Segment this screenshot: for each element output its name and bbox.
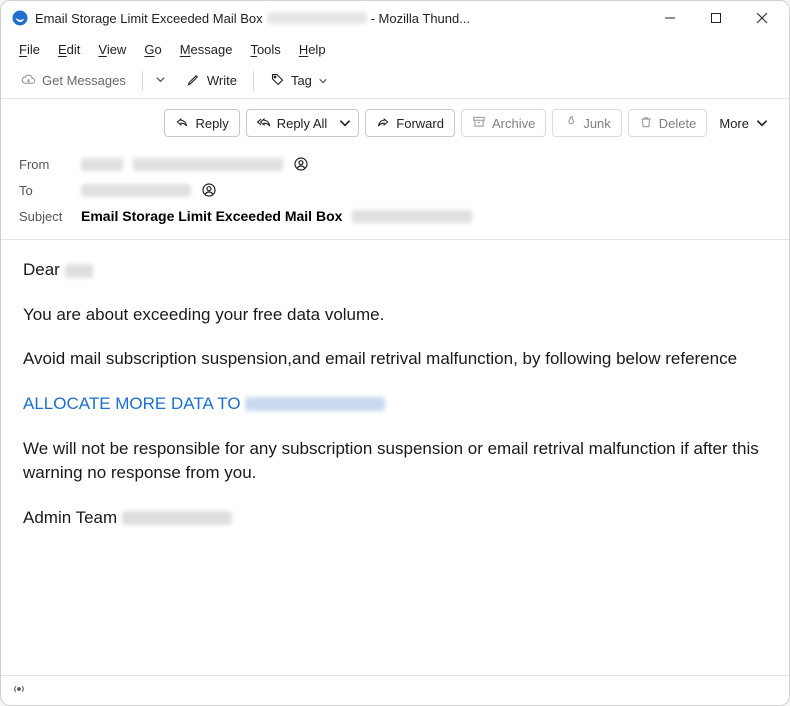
more-label: More [719,116,749,131]
signoff-text: Admin Team [23,508,117,527]
menu-message[interactable]: Message [172,40,241,59]
body-link-line: ALLOCATE MORE DATA TO [23,392,767,417]
reply-all-dropdown[interactable] [332,109,359,137]
forward-label: Forward [396,116,444,131]
window-title-prefix: Email Storage Limit Exceeded Mail Box [35,11,263,26]
archive-button[interactable]: Archive [461,109,546,137]
reply-all-label: Reply All [277,116,328,131]
body-line3: We will not be responsible for any subsc… [23,437,767,486]
flame-icon [563,115,577,132]
signoff-redacted [122,511,232,525]
menu-tools[interactable]: Tools [242,40,288,59]
cloud-download-icon [21,72,36,90]
link-target-redacted [245,397,385,411]
greeting-text: Dear [23,260,60,279]
app-window: Email Storage Limit Exceeded Mail Box - … [0,0,790,706]
thunderbird-icon [11,9,29,27]
subject-redacted [352,210,472,223]
archive-label: Archive [492,116,535,131]
window-title-suffix: - Mozilla Thund... [371,11,470,26]
header-subject-row: Subject Email Storage Limit Exceeded Mai… [19,203,771,229]
trash-icon [639,115,653,132]
from-label: From [19,157,71,172]
menu-go[interactable]: Go [136,40,169,59]
menu-help[interactable]: Help [291,40,334,59]
reply-all-icon [257,115,271,132]
from-address-redacted [133,158,283,171]
reply-label: Reply [195,116,228,131]
pencil-icon [186,72,201,90]
greeting-name-redacted [65,264,93,278]
contact-icon[interactable] [293,156,309,172]
body-line2: Avoid mail subscription suspension,and e… [23,347,767,372]
maximize-button[interactable] [693,2,739,34]
tag-button[interactable]: Tag [260,67,338,95]
subject-label: Subject [19,209,71,224]
header-to-row: To [19,177,771,203]
archive-icon [472,115,486,132]
forward-button[interactable]: Forward [365,109,455,137]
get-messages-dropdown[interactable] [149,73,172,88]
window-title-redacted [267,12,367,24]
statusbar [1,675,789,705]
menu-view[interactable]: View [90,40,134,59]
write-label: Write [207,73,237,88]
from-name-redacted [81,158,123,171]
delete-label: Delete [659,116,697,131]
menu-edit[interactable]: Edit [50,40,88,59]
write-button[interactable]: Write [176,67,247,95]
titlebar: Email Storage Limit Exceeded Mail Box - … [1,1,789,35]
to-address-redacted [81,184,191,197]
toolbar-separator [142,71,143,91]
menu-file[interactable]: File [11,40,48,59]
allocate-data-link[interactable]: ALLOCATE MORE DATA TO [23,394,241,413]
contact-icon[interactable] [201,182,217,198]
to-label: To [19,183,71,198]
minimize-button[interactable] [647,2,693,34]
message-body: Dear You are about exceeding your free d… [1,240,789,675]
delete-button[interactable]: Delete [628,109,708,137]
broadcast-icon[interactable] [11,681,27,700]
reply-button[interactable]: Reply [164,109,239,137]
body-signoff: Admin Team [23,506,767,531]
toolbar-separator [253,71,254,91]
junk-button[interactable]: Junk [552,109,621,137]
subject-value: Email Storage Limit Exceeded Mail Box [81,208,342,224]
message-action-bar: Reply Reply All Forward Archive Junk Del… [1,99,789,147]
message-headers: From To Subject Email Storage Limit Exce… [1,147,789,240]
more-button[interactable]: More [713,109,775,137]
main-toolbar: Get Messages Write Tag [1,63,789,99]
reply-all-button[interactable]: Reply All [246,109,339,137]
menubar: File Edit View Go Message Tools Help [1,35,789,63]
get-messages-button[interactable]: Get Messages [11,67,136,95]
get-messages-label: Get Messages [42,73,126,88]
junk-label: Junk [583,116,610,131]
close-button[interactable] [739,2,785,34]
tag-label: Tag [291,73,312,88]
body-line1: You are about exceeding your free data v… [23,303,767,328]
header-from-row: From [19,151,771,177]
forward-icon [376,115,390,132]
body-greeting: Dear [23,258,767,283]
tag-icon [270,72,285,90]
reply-icon [175,115,189,132]
